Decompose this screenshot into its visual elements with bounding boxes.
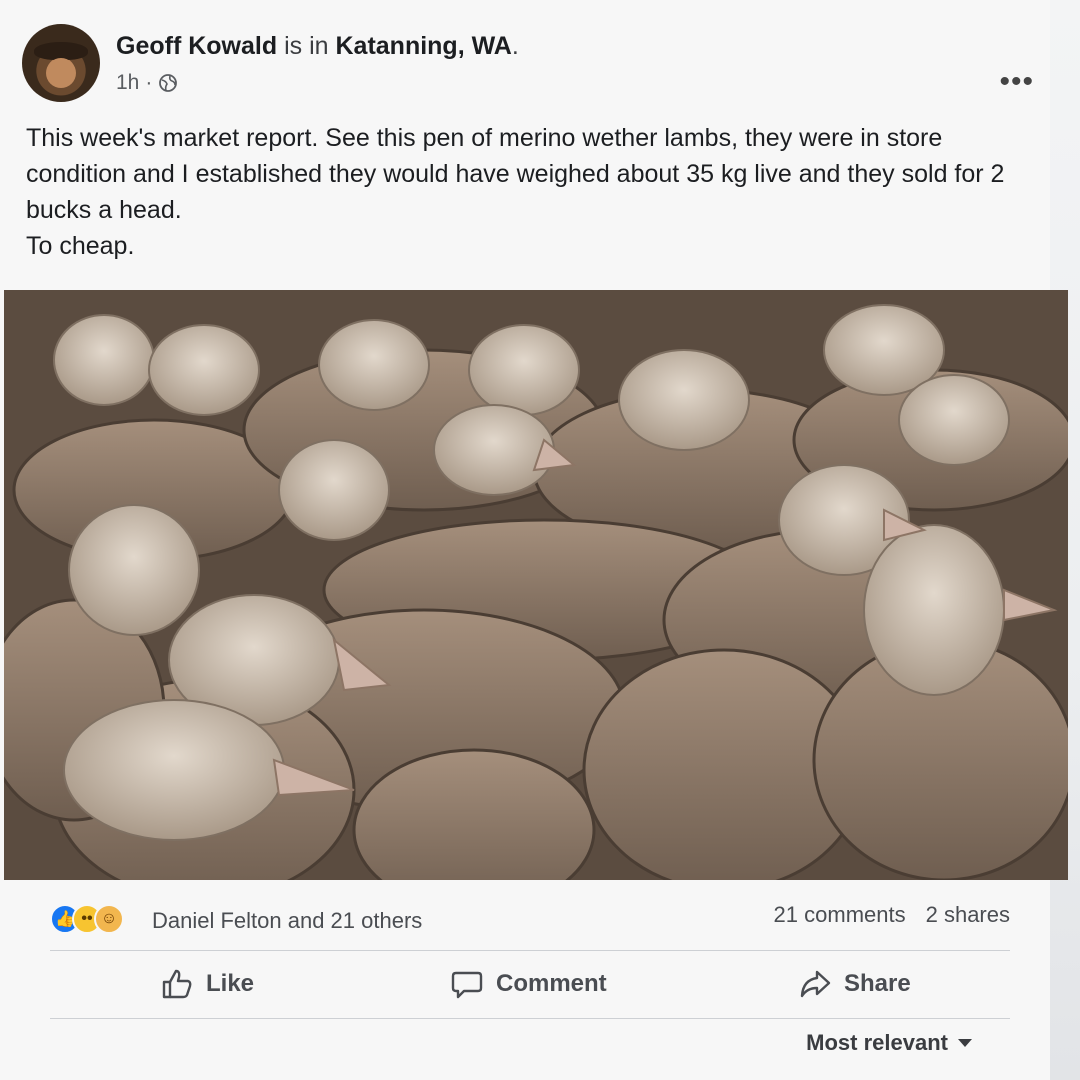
post-stats: 👍 •• ☺ Daniel Felton and 21 others 21 co… (50, 900, 1010, 940)
post-time[interactable]: 1h (116, 71, 139, 95)
globe-icon[interactable] (158, 73, 178, 93)
reactors-text[interactable]: Daniel Felton and 21 others (152, 908, 422, 934)
comments-sort-dropdown[interactable]: Most relevant (806, 1030, 972, 1056)
comment-button[interactable]: Comment (450, 967, 607, 1001)
share-label: Share (844, 970, 911, 997)
author-avatar[interactable] (22, 24, 100, 102)
sheep-pen-photo (4, 290, 1068, 880)
like-button[interactable]: Like (160, 967, 254, 1001)
checkin-text: is in (284, 32, 329, 60)
share-arrow-icon (800, 970, 831, 998)
post-header: Geoff Kowald is in Katanning, WA. 1h · •… (22, 24, 1042, 104)
comment-label: Comment (496, 970, 607, 997)
shares-count[interactable]: 2 shares (926, 902, 1010, 928)
avatar-face (46, 58, 76, 88)
share-button[interactable]: Share (798, 967, 911, 1001)
action-bar: Like Comment Share (50, 955, 1010, 1017)
location-link[interactable]: Katanning, WA (335, 32, 511, 60)
care-reaction-icon: ☺ (94, 904, 124, 934)
divider (50, 950, 1010, 951)
facebook-post: Geoff Kowald is in Katanning, WA. 1h · •… (0, 0, 1068, 1080)
location-suffix: . (511, 32, 519, 60)
post-photo[interactable] (4, 290, 1068, 880)
sort-label: Most relevant (806, 1030, 948, 1055)
divider (50, 1018, 1010, 1019)
thumbs-up-icon (162, 969, 192, 999)
reaction-icons[interactable]: 👍 •• ☺ (50, 904, 124, 934)
comment-icon (451, 971, 483, 999)
author-name[interactable]: Geoff Kowald (116, 32, 277, 60)
comments-count[interactable]: 21 comments (774, 902, 906, 928)
post-text: This week's market report. See this pen … (26, 120, 1046, 264)
author-line: Geoff Kowald is in Katanning, WA. (116, 32, 519, 61)
like-label: Like (206, 970, 255, 997)
chevron-down-icon (958, 1039, 972, 1047)
more-options-icon[interactable]: ••• (999, 67, 1034, 97)
post-meta: 1h · (116, 71, 178, 95)
post-text-line: To cheap. (26, 232, 135, 260)
engagement-counts: 21 comments 2 shares (774, 902, 1010, 928)
screen: Geoff Kowald is in Katanning, WA. 1h · •… (0, 0, 1080, 1080)
meta-separator: · (145, 71, 153, 94)
post-text-line: This week's market report. See this pen … (26, 124, 1005, 224)
